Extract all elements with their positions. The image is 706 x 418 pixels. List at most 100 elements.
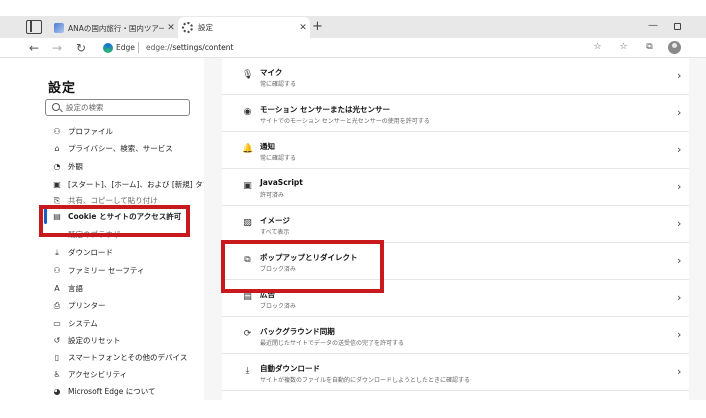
tab-ana[interactable]: ANAの国内旅行・国内ツアー | ANA ✕ (50, 18, 178, 38)
sidebar-item-start-home[interactable]: ▣ [スタート]、[ホーム]、および [新規] タブ (52, 176, 210, 193)
sensor-icon: ◉ (243, 107, 252, 117)
permission-row-microphone[interactable]: 🎙 マイク 常に確認する › (222, 58, 689, 95)
javascript-icon: ▣ (243, 181, 252, 191)
sync-icon: ⟳ (243, 329, 252, 339)
home-icon: ▣ (53, 179, 61, 189)
sidebar-item-phone[interactable]: ▯ スマートフォンとその他のデバイス (52, 349, 188, 366)
chevron-right-icon: › (677, 217, 682, 230)
phone-icon: ▯ (54, 352, 60, 362)
chevron-right-icon: › (677, 254, 682, 267)
tab-actions-icon[interactable] (26, 20, 42, 34)
row-subtitle: 許可済み (260, 192, 285, 199)
edge-label: Edge (116, 43, 135, 52)
chevron-right-icon: › (677, 106, 682, 119)
chevron-right-icon: › (677, 69, 682, 82)
url-divider (138, 42, 139, 53)
permission-row-images[interactable]: ▨ イメージ すべて表示 › (222, 206, 689, 243)
permission-row-javascript[interactable]: ▣ JavaScript 許可済み › (222, 169, 689, 206)
restore-button[interactable] (674, 23, 681, 30)
sidebar-item-label: プライバシー、検索、サービス (68, 144, 173, 153)
row-subtitle: 常に確認する (260, 81, 297, 88)
row-title: モーション センサーまたは光センサー (260, 105, 390, 114)
back-button[interactable]: ← (29, 38, 39, 58)
minimize-button[interactable]: — (648, 20, 658, 31)
system-icon: ▭ (53, 318, 61, 328)
tab-label: ANAの国内旅行・国内ツアー | ANA (68, 23, 164, 33)
chevron-right-icon: › (677, 180, 682, 193)
permission-row-auto-downloads[interactable]: ⤓ 自動ダウンロード サイトが複数のファイルを自動的にダウンロードしようとしたと… (222, 354, 689, 391)
sidebar-item-label: 言語 (68, 284, 83, 293)
sidebar-item-accessibility[interactable]: ♿ アクセシビリティ (52, 366, 127, 383)
collections-icon[interactable]: ⧉ (644, 42, 655, 53)
download-icon: ⤓ (245, 366, 250, 376)
sidebar-title: 設定 (48, 81, 77, 96)
permission-row-notifications[interactable]: 🔔 通知 常に確認する › (222, 132, 689, 169)
search-input[interactable]: 設定の検索 (45, 99, 190, 116)
sidebar-item-label: 外観 (68, 162, 83, 171)
profile-avatar-icon[interactable] (668, 41, 681, 54)
sidebar-item-about[interactable]: ◕ Microsoft Edge について (52, 383, 156, 400)
chevron-right-icon: › (677, 328, 682, 341)
row-title: バックグラウンド同期 (260, 327, 335, 336)
sidebar-item-family[interactable]: ⚇ ファミリー セーフティ (52, 262, 144, 279)
lock-icon: ⌂ (54, 143, 60, 153)
sidebar-item-profile[interactable]: ⚇ プロファイル (52, 123, 113, 140)
language-icon: A (54, 283, 60, 293)
permission-row-background-sync[interactable]: ⟳ バックグラウンド同期 最近閉じたサイトでデータの送受信の完了を許可する › (222, 317, 689, 354)
download-icon: ⤓ (55, 247, 59, 257)
row-title: マイク (260, 68, 283, 77)
sidebar-item-label: ダウンロード (68, 248, 113, 257)
row-subtitle: すべて表示 (260, 229, 290, 236)
sidebar-item-label: Microsoft Edge について (68, 387, 156, 396)
new-tab-button[interactable]: + (312, 19, 323, 35)
row-title: 自動ダウンロード (260, 364, 320, 373)
row-subtitle: 常に確認する (260, 155, 297, 162)
sidebar-item-system[interactable]: ▭ システム (52, 315, 98, 332)
sidebar-item-languages[interactable]: A 言語 (52, 280, 83, 297)
tab-close-icon[interactable]: ✕ (164, 23, 178, 33)
sidebar-item-printers[interactable]: ⎙ プリンター (52, 297, 106, 314)
url-field[interactable]: edge://settings/content (146, 43, 234, 52)
row-subtitle: サイトが複数のファイルを自動的にダウンロードしようとしたときに確認する (260, 377, 471, 384)
row-subtitle: ブロック済み (260, 303, 297, 310)
search-placeholder: 設定の検索 (66, 103, 104, 112)
family-icon: ⚇ (53, 265, 61, 275)
edge-icon: ◕ (53, 386, 61, 396)
favorites-icon[interactable]: ☆ (618, 42, 629, 53)
chevron-right-icon: › (677, 365, 682, 378)
tab-settings[interactable]: 設定 ✕ (178, 17, 310, 38)
appearance-icon: ◔ (53, 161, 61, 171)
sidebar-item-label: アクセシビリティ (68, 370, 128, 379)
sidebar-item-label: [スタート]、[ホーム]、および [新規] タブ (68, 180, 211, 189)
tab-close-icon[interactable]: ✕ (296, 23, 310, 33)
sidebar-item-privacy[interactable]: ⌂ プライバシー、検索、サービス (52, 140, 173, 157)
read-aloud-icon[interactable]: ☆ (592, 42, 603, 53)
tab-label: 設定 (198, 23, 213, 32)
sidebar-item-appearance[interactable]: ◔ 外観 (52, 158, 84, 175)
sidebar-item-label: プリンター (68, 301, 106, 310)
row-subtitle: 最近閉じたサイトでデータの送受信の完了を許可する (260, 340, 405, 347)
permission-row-motion-sensors[interactable]: ◉ モーション センサーまたは光センサー サイトでのモーション センサーと光セン… (222, 95, 689, 132)
sidebar-item-label: システム (68, 319, 98, 328)
sidebar-item-label: 設定のリセット (68, 336, 121, 345)
bell-icon: 🔔 (242, 144, 254, 154)
permissions-card: 🎙 マイク 常に確認する › ◉ モーション センサーまたは光センサー サイトで… (222, 58, 689, 400)
url-path: settings/content (172, 43, 234, 52)
chevron-right-icon: › (677, 143, 682, 156)
highlight-box-popups (221, 240, 384, 293)
person-icon: ⚇ (53, 126, 61, 136)
search-icon (52, 103, 60, 111)
row-subtitle: サイトでのモーション センサーと光センサーの使用を許可する (260, 118, 430, 125)
sidebar-item-downloads[interactable]: ⤓ ダウンロード (52, 244, 113, 261)
share-icon: ⎘ (53, 195, 61, 205)
edge-logo-icon (103, 43, 113, 53)
sidebar-item-reset[interactable]: ↺ 設定のリセット (52, 332, 121, 349)
row-title: イメージ (260, 216, 290, 225)
reload-button[interactable]: ↻ (76, 38, 86, 58)
sidebar-item-label: ファミリー セーフティ (68, 266, 145, 275)
row-title: 通知 (260, 142, 275, 151)
ana-favicon-icon (54, 23, 64, 33)
sidebar-item-label: プロファイル (68, 127, 113, 136)
forward-button[interactable]: → (52, 38, 62, 58)
url-prefix: edge:// (146, 43, 173, 52)
